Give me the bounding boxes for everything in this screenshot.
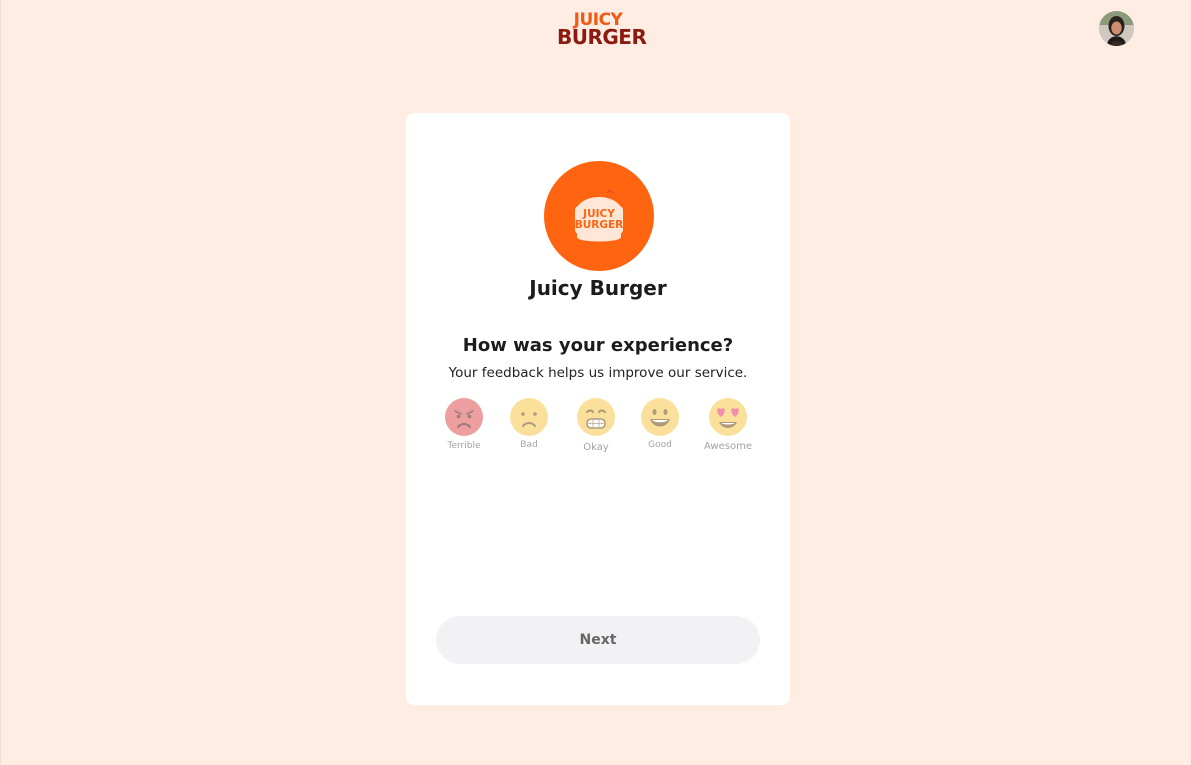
feedback-card: JUICY BURGER Juicy Burger How was your e… [406, 113, 790, 705]
burger-logo-icon: JUICY BURGER [544, 161, 654, 271]
rating-good[interactable]: Good [630, 396, 690, 456]
rating-label: Okay [583, 442, 609, 453]
page: JUICY BURGER JUICY BURGER Juicy Burger H… [0, 0, 1191, 765]
header-logo[interactable]: JUICY BURGER [557, 12, 647, 49]
rating-terrible[interactable]: Terrible [434, 396, 494, 456]
heart-eyes-face-icon [709, 398, 747, 436]
rating-label: Bad [520, 440, 538, 450]
angry-face-icon [445, 398, 483, 436]
rating-label: Awesome [704, 441, 752, 452]
rating-awesome[interactable]: Awesome [698, 396, 758, 456]
burger-logo-graphic: JUICY BURGER [575, 188, 624, 242]
rating-okay[interactable]: Okay [566, 396, 626, 456]
logo-text-burger-small: BURGER [575, 219, 624, 231]
rating-options: Terrible Bad Okay Good Awesome [406, 396, 790, 458]
logo-text-burger: BURGER [557, 25, 647, 49]
rating-label: Good [648, 440, 672, 450]
rating-bad[interactable]: Bad [499, 396, 559, 456]
avatar[interactable] [1099, 11, 1134, 46]
rating-label: Terrible [447, 441, 481, 451]
smiling-face-icon [641, 398, 679, 436]
user-avatar-icon [1099, 11, 1134, 46]
next-button[interactable]: Next [436, 616, 760, 664]
rating-question: How was your experience? [462, 335, 734, 356]
rating-subtext: Your feedback helps us improve our servi… [448, 365, 748, 381]
grimacing-face-icon [577, 398, 615, 436]
frowning-face-icon [510, 398, 548, 436]
restaurant-name: Juicy Burger [529, 276, 667, 300]
